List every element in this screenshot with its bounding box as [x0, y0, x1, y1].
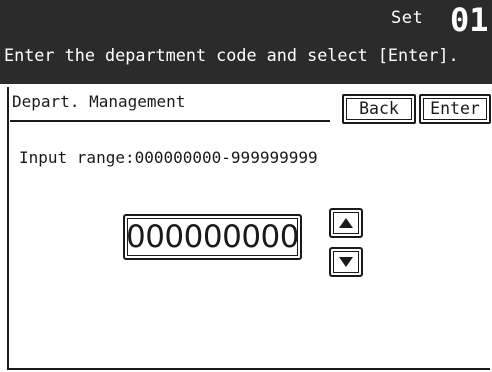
- back-button[interactable]: Back: [342, 94, 416, 124]
- arrow-up-icon: [338, 217, 354, 229]
- set-number: 01: [450, 1, 489, 39]
- instruction-text: Enter the department code and select [En…: [4, 45, 459, 65]
- department-code-field[interactable]: 000000000: [123, 214, 302, 260]
- page-title: Depart. Management: [12, 92, 186, 111]
- title-underline: [10, 120, 330, 122]
- input-range-text: Input range:000000000-999999999: [19, 148, 318, 167]
- enter-button[interactable]: Enter: [419, 94, 491, 124]
- increment-button[interactable]: [329, 208, 363, 238]
- screen: Set 01 Enter the department code and sel…: [0, 0, 492, 372]
- decrement-button[interactable]: [329, 247, 363, 277]
- header-bar: Set 01 Enter the department code and sel…: [0, 0, 492, 84]
- arrow-down-icon: [338, 256, 354, 268]
- set-label: Set: [391, 8, 424, 28]
